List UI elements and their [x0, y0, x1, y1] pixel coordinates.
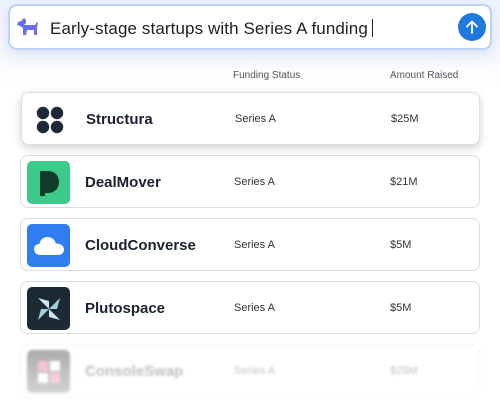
pinwheel-icon [27, 287, 70, 330]
column-header-amount-raised: Amount Raised [390, 70, 459, 81]
search-input[interactable]: Early-stage startups with Series A fundi… [50, 19, 373, 39]
company-name: CloudConverse [85, 237, 196, 254]
table-row[interactable]: CloudConverse Series A $5M [20, 218, 480, 271]
search-bar[interactable]: Early-stage startups with Series A fundi… [8, 4, 492, 50]
search-query-text: Early-stage startups with Series A fundi… [50, 19, 368, 38]
funding-status: Series A [234, 239, 275, 251]
squares-icon [27, 350, 70, 393]
arrow-up-icon [466, 20, 478, 34]
company-name: Plutospace [85, 300, 166, 317]
amount-raised: $25M [390, 365, 418, 377]
funding-status: Series A [234, 302, 275, 314]
cloud-icon [27, 224, 70, 267]
amount-raised: $25M [391, 113, 419, 125]
funding-status: Series A [234, 365, 275, 377]
column-header-funding-status: Funding Status [233, 70, 301, 81]
dog-icon [16, 16, 40, 38]
table-row[interactable]: Structura Series A $25M [21, 92, 480, 145]
company-name: ConsoleSwap [85, 363, 184, 380]
company-name: DealMover [85, 174, 161, 191]
page: Early-stage startups with Series A fundi… [0, 0, 500, 415]
table-row[interactable]: ConsoleSwap Series A $25M [20, 344, 480, 397]
funding-status: Series A [234, 176, 275, 188]
four-dots-icon [28, 98, 71, 141]
table-row[interactable]: Plutospace Series A $5M [20, 281, 480, 334]
text-caret [371, 19, 373, 37]
amount-raised: $5M [390, 239, 412, 251]
company-name: Structura [86, 111, 153, 128]
submit-button[interactable] [458, 13, 486, 41]
funding-status: Series A [235, 113, 276, 125]
table-row[interactable]: DealMover Series A $21M [20, 155, 480, 208]
amount-raised: $21M [390, 176, 418, 188]
amount-raised: $5M [390, 302, 412, 314]
d-letter-icon [27, 161, 70, 204]
